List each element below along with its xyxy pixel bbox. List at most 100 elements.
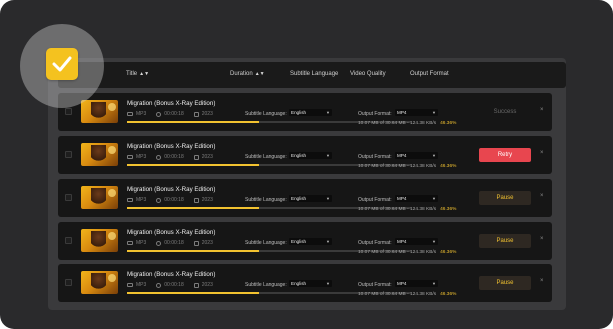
row-meta: MP3 00:00:18 2023 xyxy=(127,197,213,203)
subtitle-language-value: English xyxy=(291,239,307,244)
success-button: Success xyxy=(493,109,517,115)
download-size-text: 10.07 MB of 30.64 MB - 124.38 KB/s xyxy=(358,207,437,212)
output-format-label: Output Format: xyxy=(358,154,392,160)
subtitle-language-select[interactable]: English ▼ xyxy=(289,280,332,287)
row-meta: MP3 00:00:18 2023 xyxy=(127,240,213,246)
download-percent: 46.36% xyxy=(440,292,457,297)
row-checkbox[interactable] xyxy=(65,279,72,286)
row-year: 2023 xyxy=(201,154,213,160)
select-all-checkbox[interactable] xyxy=(46,48,78,80)
row-title: Migration (Bonus X-Ray Edition) xyxy=(127,229,216,236)
pause-button[interactable]: Pause xyxy=(479,276,531,290)
calendar-icon xyxy=(193,154,199,160)
download-size: 10.07 MB of 30.64 MB - 124.38 KB/s 46.36% xyxy=(358,250,456,255)
close-icon[interactable]: × xyxy=(540,193,544,199)
app-window: Title ▲▼ Duration ▲▼ Subtitle Language Vid… xyxy=(0,0,613,329)
row-title: Migration (Bonus X-Ray Edition) xyxy=(127,143,216,150)
row-title: Migration (Bonus X-Ray Edition) xyxy=(127,186,216,193)
video-icon xyxy=(127,155,133,159)
header-title-label: Title xyxy=(126,71,138,77)
row-checkbox[interactable] xyxy=(65,108,72,115)
subtitle-language-value: English xyxy=(291,110,307,115)
progress-fill xyxy=(127,121,259,123)
subtitle-language-label: Subtitle Language: xyxy=(245,111,287,117)
clock-icon xyxy=(156,111,162,117)
row-checkbox[interactable] xyxy=(65,194,72,201)
download-row: Migration (Bonus X-Ray Edition) MP3 00:0… xyxy=(58,93,552,131)
subtitle-language-value: English xyxy=(291,196,307,201)
chevron-down-icon: ▼ xyxy=(326,153,330,158)
video-icon xyxy=(127,198,133,202)
row-checkbox[interactable] xyxy=(65,151,72,158)
download-size: 10.07 MB of 30.64 MB - 124.38 KB/s 46.36% xyxy=(358,207,456,212)
output-format-select[interactable]: MP4 ▼ xyxy=(395,238,438,245)
close-icon[interactable]: × xyxy=(540,236,544,242)
download-row: Migration (Bonus X-Ray Edition) MP3 00:0… xyxy=(58,179,552,217)
row-year: 2023 xyxy=(201,111,213,117)
video-icon xyxy=(127,112,133,116)
row-meta: MP3 00:00:18 2023 xyxy=(127,111,213,117)
progress-fill xyxy=(127,292,259,294)
subtitle-language-select[interactable]: English ▼ xyxy=(289,238,332,245)
retry-button[interactable]: Retry xyxy=(479,148,531,162)
download-percent: 46.36% xyxy=(440,207,457,212)
download-size: 10.07 MB of 30.64 MB - 124.38 KB/s 46.36% xyxy=(358,164,456,169)
video-icon xyxy=(127,241,133,245)
close-icon[interactable]: × xyxy=(540,107,544,113)
video-thumbnail xyxy=(81,271,118,294)
output-format-value: MP4 xyxy=(397,110,407,115)
close-icon[interactable]: × xyxy=(540,150,544,156)
download-size: 10.07 MB of 30.64 MB - 124.38 KB/s 46.36% xyxy=(358,292,456,297)
subtitle-language-select[interactable]: English ▼ xyxy=(289,109,332,116)
subtitle-language-select[interactable]: English ▼ xyxy=(289,195,332,202)
row-checkbox[interactable] xyxy=(65,237,72,244)
row-title: Migration (Bonus X-Ray Edition) xyxy=(127,271,216,278)
header-duration[interactable]: Duration ▲▼ xyxy=(230,71,265,77)
output-format-label: Output Format: xyxy=(358,197,392,203)
output-format-label: Output Format: xyxy=(358,240,392,246)
row-year: 2023 xyxy=(201,282,213,288)
row-format: MP3 xyxy=(136,111,147,117)
chevron-down-icon: ▼ xyxy=(432,110,436,115)
row-duration: 00:00:18 xyxy=(164,240,184,246)
download-size-text: 10.07 MB of 30.64 MB - 124.38 KB/s xyxy=(358,250,437,255)
pause-button[interactable]: Pause xyxy=(479,191,531,205)
row-duration: 00:00:18 xyxy=(164,197,184,203)
output-format-select[interactable]: MP4 ▼ xyxy=(395,280,438,287)
subtitle-language-value: English xyxy=(291,281,307,286)
chevron-down-icon: ▼ xyxy=(432,196,436,201)
download-percent: 46.36% xyxy=(440,164,457,169)
clock-icon xyxy=(156,154,162,160)
download-row: Migration (Bonus X-Ray Edition) MP3 00:0… xyxy=(58,222,552,260)
row-duration: 00:00:18 xyxy=(164,282,184,288)
row-title: Migration (Bonus X-Ray Edition) xyxy=(127,100,216,107)
output-format-select[interactable]: MP4 ▼ xyxy=(395,195,438,202)
output-format-select[interactable]: MP4 ▼ xyxy=(395,109,438,116)
output-format-value: MP4 xyxy=(397,196,407,201)
output-format-label: Output Format: xyxy=(358,111,392,117)
download-size: 10.07 MB of 30.64 MB - 124.38 KB/s 46.36% xyxy=(358,121,456,126)
output-format-select[interactable]: MP4 ▼ xyxy=(395,152,438,159)
video-icon xyxy=(127,283,133,287)
checkmark-icon xyxy=(52,56,72,72)
clock-icon xyxy=(156,240,162,246)
pause-button[interactable]: Pause xyxy=(479,234,531,248)
subtitle-language-select[interactable]: English ▼ xyxy=(289,152,332,159)
download-percent: 46.36% xyxy=(440,121,457,126)
progress-fill xyxy=(127,207,259,209)
chevron-down-icon: ▼ xyxy=(326,281,330,286)
chevron-down-icon: ▼ xyxy=(432,239,436,244)
close-icon[interactable]: × xyxy=(540,278,544,284)
subtitle-language-label: Subtitle Language: xyxy=(245,154,287,160)
subtitle-language-value: English xyxy=(291,153,307,158)
sort-icon[interactable]: ▲▼ xyxy=(139,71,149,77)
header-title[interactable]: Title ▲▼ xyxy=(126,71,149,77)
download-size-text: 10.07 MB of 30.64 MB - 124.38 KB/s xyxy=(358,292,437,297)
header-subtitle-language: Subtitle Language xyxy=(290,71,339,77)
row-meta: MP3 00:00:18 2023 xyxy=(127,154,213,160)
row-duration: 00:00:18 xyxy=(164,111,184,117)
clock-icon xyxy=(156,197,162,203)
row-format: MP3 xyxy=(136,282,147,288)
sort-icon[interactable]: ▲▼ xyxy=(255,71,265,77)
row-meta: MP3 00:00:18 2023 xyxy=(127,282,213,288)
